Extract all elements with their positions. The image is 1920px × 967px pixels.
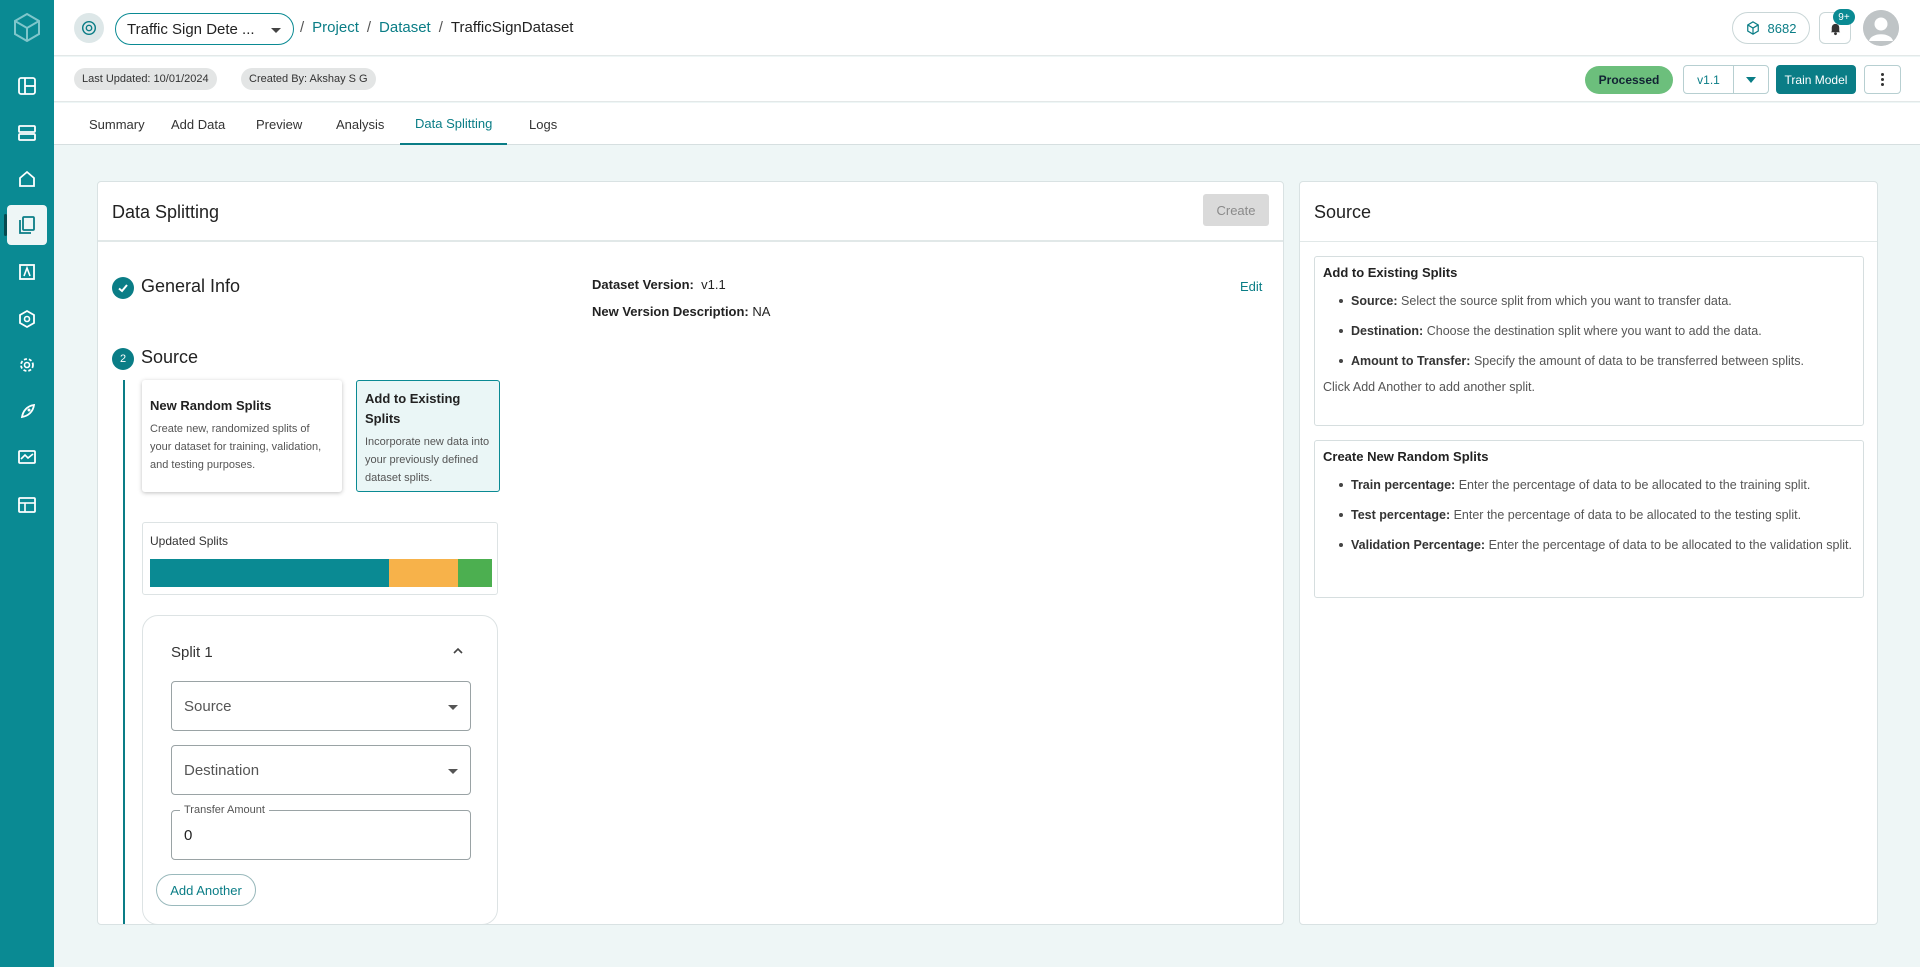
tab-preview[interactable]: Preview [241, 103, 317, 145]
caret-down-icon [448, 705, 458, 710]
help-item: Amount to Transfer: Specify the amount o… [1339, 352, 1855, 370]
chevron-up-icon[interactable] [453, 646, 463, 656]
project-select-value: Traffic Sign Dete ... [127, 20, 255, 38]
split-title: Split 1 [171, 644, 213, 661]
credits-count: 8682 [1767, 20, 1797, 36]
create-button[interactable]: Create [1203, 194, 1269, 226]
sidebar [0, 0, 54, 967]
created-by-chip: Created By: Akshay S G [241, 68, 376, 90]
app-logo-icon[interactable] [12, 12, 42, 43]
transfer-amount-field[interactable]: Transfer Amount 0 [171, 804, 471, 860]
split-distribution-bar [150, 559, 492, 587]
status-badge: Processed [1585, 66, 1673, 94]
home-icon[interactable] [7, 159, 47, 199]
tab-summary[interactable]: Summary [74, 103, 160, 145]
add-another-button[interactable]: Add Another [156, 874, 256, 906]
avatar[interactable] [1863, 10, 1899, 46]
updated-splits-panel: Updated Splits [142, 522, 498, 595]
notifications-badge: 9+ [1833, 9, 1855, 25]
split-card: Split 1 Source Destination Transfer Amou… [142, 615, 498, 924]
help-item: Source: Select the source split from whi… [1339, 292, 1855, 310]
train-model-button[interactable]: Train Model [1776, 65, 1856, 94]
help-random-splits: Create New Random Splits Train percentag… [1314, 440, 1864, 598]
version-value[interactable]: v1.1 [1684, 66, 1734, 93]
add-to-existing-splits-option[interactable]: Add to Existing Splits Incorporate new d… [356, 380, 500, 492]
page-title: Data Splitting [112, 202, 220, 222]
help-note: Click Add Another to add another split. [1323, 380, 1535, 394]
option-description: Incorporate new data into your previousl… [365, 436, 490, 484]
data-splitting-card: Data Splitting Create General Info Datas… [97, 181, 1284, 925]
storage-icon[interactable] [7, 113, 47, 153]
edit-link[interactable]: Edit [1240, 279, 1262, 294]
version-select[interactable]: v1.1 [1683, 65, 1769, 94]
tab-bar: Summary Add Data Preview Analysis Data S… [54, 103, 1920, 145]
step-complete-check-icon [112, 277, 134, 299]
step-number: 2 [112, 348, 134, 370]
credits-button[interactable]: 8682 [1732, 12, 1810, 44]
updated-splits-label: Updated Splits [150, 534, 229, 548]
split-segment [150, 559, 390, 587]
dataset-icon[interactable] [4, 205, 47, 245]
settings-icon[interactable] [7, 345, 47, 385]
tab-add-data[interactable]: Add Data [156, 103, 240, 145]
help-panel-title: Source [1314, 202, 1372, 222]
new-random-splits-option[interactable]: New Random Splits Create new, randomized… [142, 380, 342, 492]
dataset-version-info: Dataset Version: v1.1 [592, 277, 726, 292]
dataset-version-value: v1.1 [701, 277, 726, 292]
tab-data-splitting[interactable]: Data Splitting [400, 103, 508, 145]
chevron-down-icon [271, 28, 281, 33]
cube-icon [1746, 21, 1759, 35]
option-title: New Random Splits [150, 398, 272, 413]
top-header: Traffic Sign Dete ... / Project / Datase… [54, 0, 1920, 56]
dataset-subheader: Last Updated: 10/01/2024 Created By: Aks… [54, 57, 1920, 102]
source-select[interactable]: Source [171, 681, 471, 731]
option-title: Add to Existing Splits [365, 391, 461, 426]
source-title: Source [141, 347, 199, 367]
breadcrumb-dataset[interactable]: Dataset [379, 19, 431, 36]
transfer-amount-label: Transfer Amount [180, 804, 269, 816]
annotate-icon[interactable] [7, 252, 47, 292]
destination-select-placeholder: Destination [184, 762, 260, 779]
project-select[interactable]: Traffic Sign Dete ... [115, 13, 294, 45]
last-updated-chip: Last Updated: 10/01/2024 [74, 68, 217, 90]
transfer-amount-value[interactable]: 0 [184, 827, 192, 844]
split-segment [457, 559, 492, 587]
monitor-icon[interactable] [7, 438, 47, 478]
split-segment [389, 559, 458, 587]
dashboard-icon[interactable] [7, 66, 47, 106]
chevron-down-icon[interactable] [1734, 66, 1768, 93]
help-existing-splits: Add to Existing Splits Source: Select th… [1314, 256, 1864, 426]
version-description-info: New Version Description: NA [592, 304, 771, 319]
destination-select[interactable]: Destination [171, 745, 471, 795]
more-options-icon[interactable] [1864, 65, 1901, 94]
source-select-placeholder: Source [184, 698, 232, 715]
help-item: Test percentage: Enter the percentage of… [1339, 506, 1855, 524]
help-item: Destination: Choose the destination spli… [1339, 322, 1855, 340]
general-info-title: General Info [141, 276, 241, 296]
version-description-value: NA [752, 304, 771, 319]
reports-icon[interactable] [7, 485, 47, 525]
help-heading: Add to Existing Splits [1323, 265, 1458, 280]
caret-down-icon [448, 769, 458, 774]
help-item: Train percentage: Enter the percentage o… [1339, 476, 1855, 494]
breadcrumb-project[interactable]: Project [312, 19, 359, 36]
tab-analysis[interactable]: Analysis [321, 103, 399, 145]
model-icon[interactable] [7, 299, 47, 339]
project-icon[interactable] [74, 13, 104, 43]
deploy-rocket-icon[interactable] [7, 392, 47, 432]
breadcrumb: / Project / Dataset / TrafficSignDataset [300, 19, 574, 36]
help-item: Validation Percentage: Enter the percent… [1339, 536, 1855, 554]
stepper-line [123, 380, 125, 924]
help-heading: Create New Random Splits [1323, 449, 1489, 464]
breadcrumb-current: TrafficSignDataset [450, 19, 574, 36]
option-description: Create new, randomized splits of your da… [150, 423, 322, 471]
help-panel: Source Add to Existing Splits Source: Se… [1299, 181, 1878, 925]
tab-logs[interactable]: Logs [514, 103, 572, 145]
